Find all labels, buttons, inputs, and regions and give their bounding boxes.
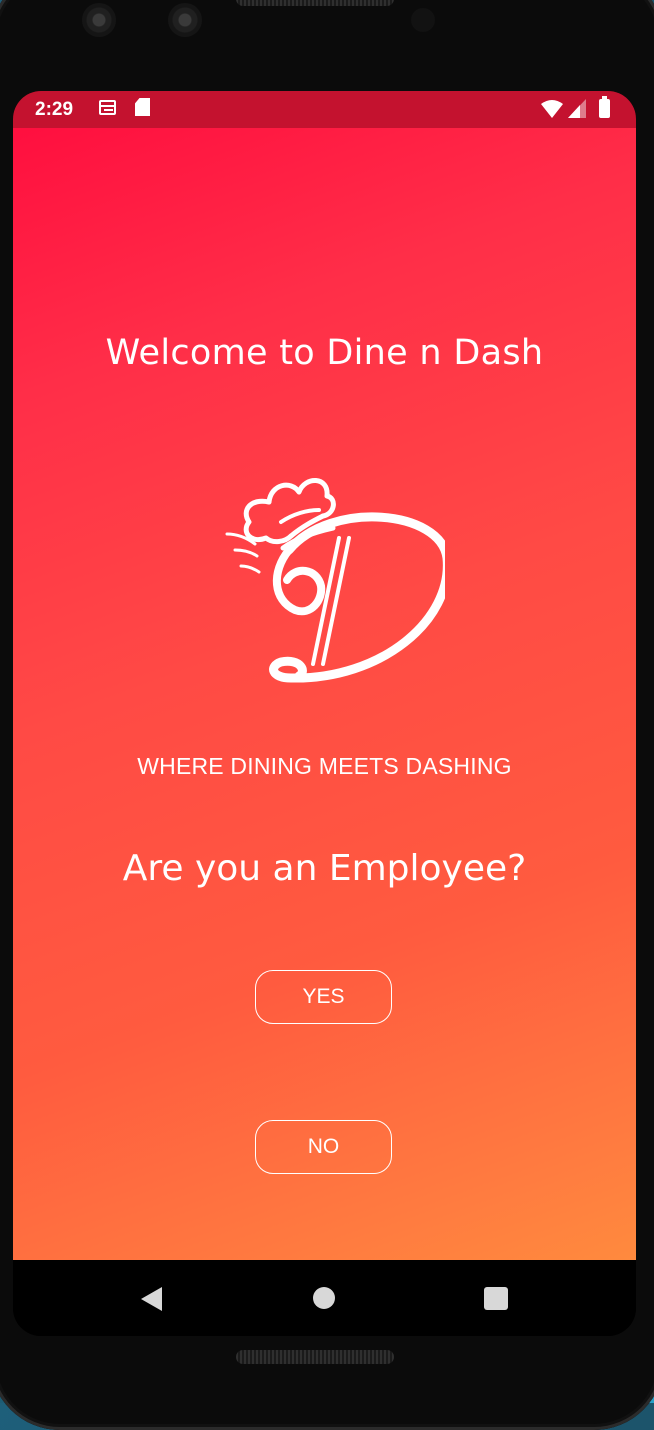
device-screen: 2:29 Welcome to Dine n Dash WHERE DINING… — [13, 91, 636, 1336]
employee-question: Are you an Employee? — [122, 848, 527, 889]
dine-n-dash-logo-icon — [225, 478, 445, 683]
wifi-icon — [541, 100, 563, 118]
tagline: WHERE DINING MEETS DASHING — [137, 753, 512, 779]
navigation-bar — [13, 1260, 636, 1336]
home-icon[interactable] — [313, 1287, 335, 1309]
sd-card-icon — [135, 98, 150, 116]
calendar-icon — [99, 100, 116, 115]
proximity-sensor — [411, 8, 435, 32]
status-bar: 2:29 — [13, 91, 636, 128]
signal-icon — [568, 99, 586, 118]
no-button[interactable]: NO — [255, 1120, 392, 1174]
back-icon[interactable] — [141, 1287, 162, 1311]
welcome-title: Welcome to Dine n Dash — [105, 333, 544, 373]
status-time: 2:29 — [35, 99, 74, 120]
recents-icon[interactable] — [484, 1287, 508, 1310]
welcome-screen: Welcome to Dine n Dash WHERE DINING MEET… — [13, 128, 636, 1260]
yes-button[interactable]: YES — [255, 970, 392, 1024]
front-camera-icon — [82, 3, 116, 37]
front-camera-secondary-icon — [168, 3, 202, 37]
earpiece-speaker — [236, 0, 394, 6]
battery-icon — [599, 96, 610, 118]
bottom-speaker — [236, 1350, 394, 1364]
